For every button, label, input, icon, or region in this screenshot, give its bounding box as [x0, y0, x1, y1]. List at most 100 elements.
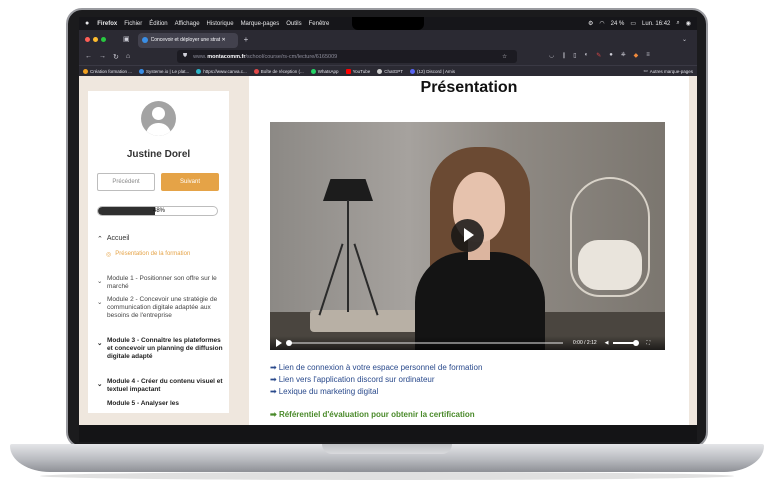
menu-item[interactable]: Affichage	[175, 21, 200, 27]
maximize-window-icon[interactable]	[101, 36, 106, 42]
bookmark-star-icon[interactable]: ☆	[502, 54, 511, 60]
lecture-content: Présentation 0:00 / 2:12 ◀ ⛶ ➡ Lien de c…	[249, 76, 689, 425]
tab-title: Concevoir et déployer une strat ✕	[150, 37, 226, 43]
menu-item[interactable]: Édition	[149, 21, 167, 27]
current-lesson[interactable]: ◎ Présentation de la formation	[106, 251, 190, 258]
module-item[interactable]: ⌄ Module 2 - Concevoir une stratégie de …	[97, 296, 225, 320]
play-icon[interactable]	[451, 219, 484, 252]
video-player[interactable]: 0:00 / 2:12 ◀ ⛶	[270, 122, 665, 350]
bookmark-favicon-icon	[83, 68, 88, 74]
progress-label: 48%	[153, 208, 166, 214]
laptop-shadow	[40, 472, 734, 480]
control-center-icon[interactable]: ◉	[686, 20, 691, 27]
bookmark[interactable]: WhatsApp	[310, 68, 339, 74]
extension-icon[interactable]: ✎	[596, 52, 601, 59]
bookmark[interactable]: Création formation ...	[83, 68, 132, 74]
menu-item[interactable]: Fenêtre	[309, 21, 330, 27]
course-progress-bar: 48%	[97, 206, 218, 216]
resource-link[interactable]: ➡ Lien vers l'application discord sur ord…	[270, 374, 482, 386]
bookmark[interactable]: Systeme.io | Le plat...	[139, 68, 189, 74]
arrow-right-icon: ➡	[270, 375, 277, 384]
menu-item[interactable]: Fichier	[124, 21, 142, 27]
course-sidebar: Justine Dorel Précédent Suivant 48% ⌃ Ac…	[88, 91, 229, 413]
library-icon[interactable]: ∥	[562, 52, 565, 59]
nav-bar: ← → ↻ ⌂ ⛊ www. montacomm.fr /school/cour…	[79, 48, 697, 65]
page-title: Présentation	[420, 79, 518, 96]
nav-home[interactable]: ⌃ Accueil	[97, 235, 129, 243]
module-label: Module 1 - Positionner son offre sur le …	[107, 275, 217, 290]
arrow-right-icon: ➡	[270, 410, 279, 419]
url-path: /school/course/rs-cm/lecture/6165009	[245, 53, 338, 60]
extension-icon[interactable]: ●	[609, 52, 613, 59]
battery-icon[interactable]: ▭	[630, 20, 636, 27]
menu-item[interactable]: Outils	[286, 21, 301, 27]
minimize-window-icon[interactable]	[93, 36, 98, 42]
url-bar[interactable]: ⛊ www. montacomm.fr /school/course/rs-cm…	[177, 50, 517, 63]
sidebar-icon[interactable]: ▯	[573, 52, 576, 59]
extension-icon[interactable]: ◐	[585, 52, 589, 59]
menu-item[interactable]: Marque-pages	[241, 21, 280, 27]
avatar-head	[152, 107, 165, 120]
previous-button[interactable]: Précédent	[97, 173, 155, 191]
back-icon[interactable]: ←	[85, 53, 92, 60]
bookmark[interactable]: YouTube	[345, 68, 370, 74]
menu-icon[interactable]: ≡	[646, 52, 650, 59]
module-label: Module 4 - Créer du contenu visuel et te…	[107, 378, 223, 393]
forward-icon[interactable]: →	[99, 53, 106, 60]
search-icon[interactable]: ⌕	[676, 20, 679, 27]
resource-link[interactable]: ➡ Lien de connexion à votre espace person…	[270, 362, 482, 374]
chevron-down-icon[interactable]: ⌄	[682, 36, 687, 43]
apple-icon[interactable]: ●	[85, 20, 89, 27]
new-tab-icon[interactable]: +	[244, 35, 249, 44]
lock-icon[interactable]: ⛊	[183, 53, 187, 60]
bookmark[interactable]: Boîte de réception (...	[253, 68, 304, 74]
module-label: Module 5 - Analyser les	[107, 400, 180, 407]
current-lesson-label: Présentation de la formation	[115, 251, 191, 257]
menu-item[interactable]: Historique	[207, 21, 234, 27]
pocket-icon[interactable]: ◡	[549, 52, 554, 59]
module-item[interactable]: ⌄ Module 3 - Connaître les plateformes e…	[97, 337, 225, 361]
reload-icon[interactable]: ↻	[113, 53, 119, 61]
module-item[interactable]: ⌄ Module 1 - Positionner son offre sur l…	[97, 275, 225, 291]
chevron-down-icon	[97, 400, 103, 408]
module-item[interactable]: ⌄ Module 4 - Créer du contenu visuel et …	[97, 378, 225, 394]
active-tab[interactable]: Concevoir et déployer une strat ✕	[137, 32, 238, 48]
close-window-icon[interactable]	[85, 36, 90, 42]
bookmark-favicon-icon	[139, 68, 145, 74]
resource-link[interactable]: ➡ Lexique du marketing digital	[270, 386, 482, 398]
clock[interactable]: Lun. 16:42	[642, 21, 670, 27]
video-frame	[323, 179, 373, 201]
avatar	[141, 101, 176, 136]
module-label: Module 3 - Connaître les plateformes et …	[107, 337, 223, 360]
chatgpt-icon	[377, 68, 383, 74]
volume-icon[interactable]: ◀	[605, 340, 609, 346]
avatar-body	[146, 123, 171, 136]
laptop-chin	[79, 425, 697, 442]
url-domain: montacomm.fr	[207, 53, 246, 60]
wifi-icon[interactable]: ◠	[599, 20, 604, 27]
tab-overview-icon[interactable]: ▣	[123, 35, 130, 43]
user-name: Justine Dorel	[126, 149, 191, 160]
certification-link[interactable]: ➡ Référentiel d'évaluation pour obtenir …	[270, 410, 475, 419]
status-icon[interactable]: ⚙	[588, 20, 593, 27]
fullscreen-icon[interactable]: ⛶	[647, 340, 651, 346]
other-bookmarks[interactable]: ▭ Autres marque-pages	[643, 68, 693, 74]
bookmark[interactable]: (12) Discord | Amis	[410, 68, 455, 74]
extension-icon[interactable]: ◆	[634, 52, 639, 59]
home-icon[interactable]: ⌂	[126, 53, 130, 60]
bookmark[interactable]: ChatGPT	[377, 68, 403, 74]
next-button[interactable]: Suivant	[161, 173, 219, 191]
menu-app[interactable]: Firefox	[97, 21, 117, 27]
video-time: 0:00 / 2:12	[573, 340, 597, 346]
extension-icon[interactable]: ⎈	[621, 52, 626, 59]
seek-handle[interactable]	[286, 340, 292, 346]
progress-fill	[98, 207, 156, 215]
bookmarks-bar: Création formation ... Systeme.io | Le p…	[79, 65, 697, 76]
chevron-down-icon: ⌄	[97, 340, 103, 347]
bookmark[interactable]: https://www.canva.c...	[196, 68, 247, 74]
play-button-icon[interactable]	[276, 339, 282, 347]
volume-slider[interactable]	[612, 340, 639, 346]
module-item[interactable]: Module 5 - Analyser les	[97, 400, 225, 408]
arrow-right-icon: ➡	[270, 363, 277, 372]
video-seek-bar[interactable]	[286, 340, 563, 346]
